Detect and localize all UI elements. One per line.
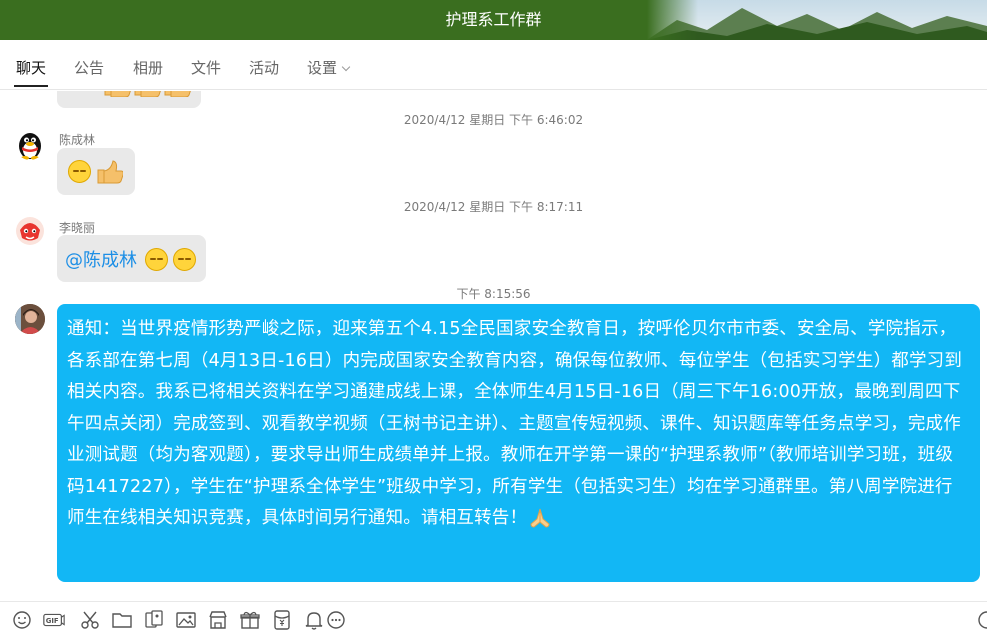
tab-label: 公告 — [74, 59, 105, 77]
emoji-icon[interactable] — [10, 608, 34, 632]
thumbs-up-icon — [104, 91, 191, 97]
penguin-avatar-icon — [19, 133, 41, 160]
pray-hands-icon — [530, 508, 550, 528]
timestamp: 2020/4/12 星期日 下午 8:17:11 — [403, 200, 584, 214]
message-bubble-notice[interactable]: 通知：当世界疫情形势严峻之际，迎来第五个4.15全民国家安全教育日，按呼伦贝尔市… — [57, 304, 980, 582]
cartoon-avatar-icon — [16, 217, 44, 245]
more-icon[interactable] — [324, 608, 348, 632]
title-bar[interactable]: 护理系工作群 — [0, 0, 987, 40]
tab-files[interactable]: 文件 — [191, 40, 221, 90]
sticker-icon[interactable] — [142, 608, 166, 632]
message-bubble[interactable] — [57, 148, 135, 195]
tab-label: 相册 — [133, 59, 164, 77]
relieved-emoji-icon — [145, 248, 168, 271]
folder-icon[interactable] — [110, 608, 134, 632]
relieved-emoji-icon — [173, 248, 196, 271]
smile-emoji-icon — [68, 160, 91, 183]
avatar[interactable] — [15, 130, 45, 160]
tab-announcement[interactable]: 公告 — [74, 40, 104, 90]
mention-link[interactable]: @陈成林 — [65, 246, 137, 272]
tab-label: 设置 — [307, 59, 338, 77]
tab-label: 文件 — [191, 59, 222, 77]
timestamp: 2020/4/12 星期日 下午 6:46:02 — [403, 113, 584, 127]
sender-name: 陈成林 — [59, 133, 96, 147]
svg-text:GIF: GIF — [46, 617, 59, 625]
tab-bar: 聊天 公告 相册 文件 活动 设置 — [0, 40, 987, 90]
image-icon[interactable] — [174, 608, 198, 632]
message-list[interactable]: 2020/4/12 星期日 下午 6:46:02 陈成林 2020/4/12 星… — [0, 91, 987, 601]
gif-icon[interactable]: GIF — [42, 608, 68, 632]
avatar[interactable] — [15, 304, 45, 334]
history-icon[interactable] — [975, 608, 987, 632]
tab-activities[interactable]: 活动 — [249, 40, 279, 90]
tab-label: 聊天 — [16, 59, 47, 77]
input-toolbar: GIF — [0, 601, 987, 640]
chevron-down-icon — [341, 62, 351, 72]
window-title: 护理系工作群 — [445, 10, 542, 29]
tab-album[interactable]: 相册 — [133, 40, 163, 90]
notice-text: 通知：当世界疫情形势严峻之际，迎来第五个4.15全民国家安全教育日，按呼伦贝尔市… — [67, 314, 970, 535]
chat-window: 护理系工作群 聊天 公告 相册 文件 活动 设置 2020/4/12 星期日 下… — [0, 0, 987, 640]
gift-icon[interactable] — [238, 608, 262, 632]
tab-settings[interactable]: 设置 — [307, 40, 351, 90]
sender-name: 李晓丽 — [59, 221, 96, 235]
thumbs-up-icon — [97, 160, 123, 184]
scissors-icon[interactable] — [78, 608, 102, 632]
message-bubble-partial[interactable] — [57, 91, 201, 108]
avatar[interactable] — [15, 216, 45, 246]
message-bubble[interactable]: @陈成林 — [57, 235, 206, 282]
photo-avatar-icon — [15, 304, 45, 334]
red-packet-icon[interactable] — [270, 608, 294, 632]
bell-icon[interactable] — [302, 608, 326, 632]
notice-body: 通知：当世界疫情形势严峻之际，迎来第五个4.15全民国家安全教育日，按呼伦贝尔市… — [67, 319, 963, 528]
shop-icon[interactable] — [206, 608, 230, 632]
tab-chat[interactable]: 聊天 — [13, 40, 49, 90]
tab-label: 活动 — [249, 59, 280, 77]
timestamp: 下午 8:15:56 — [456, 287, 531, 301]
